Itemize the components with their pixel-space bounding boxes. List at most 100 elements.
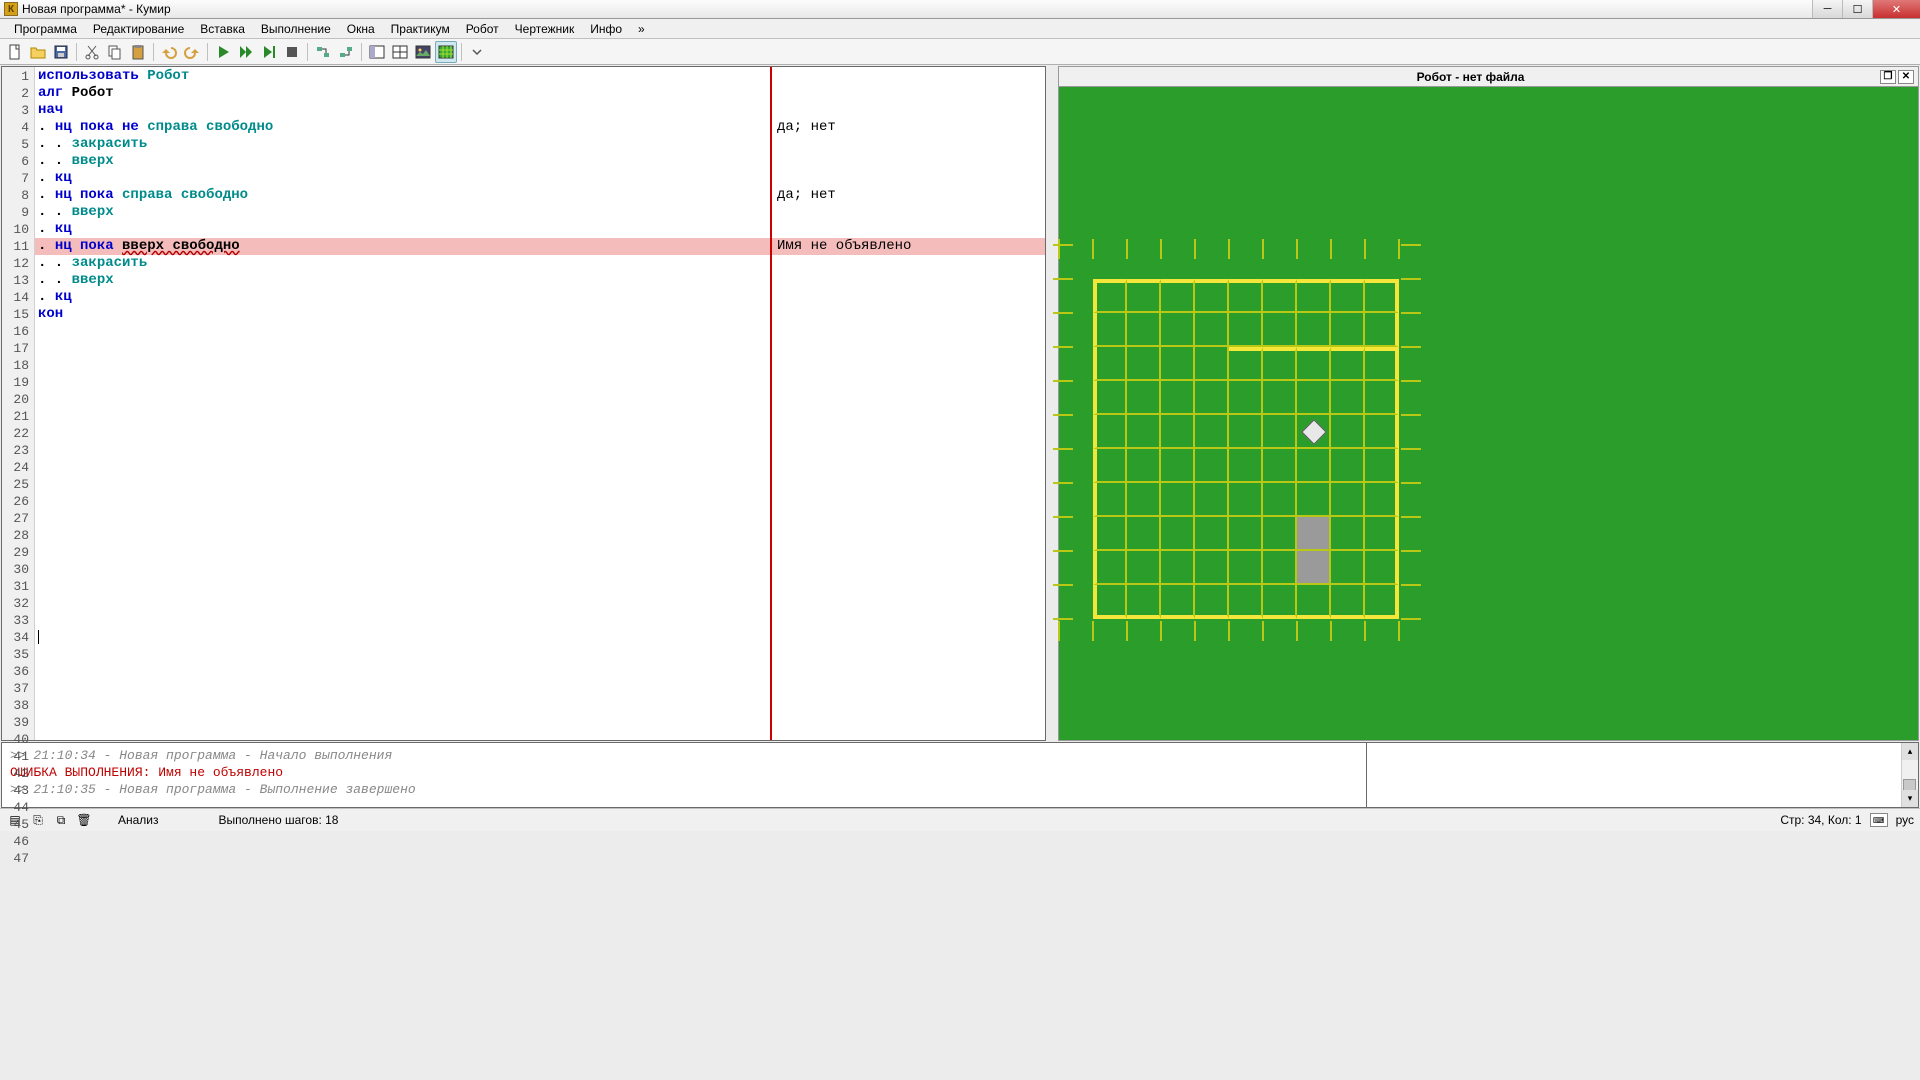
robot-cell[interactable] — [1161, 381, 1195, 415]
robot-cell[interactable] — [1297, 279, 1331, 313]
robot-cell[interactable] — [1229, 381, 1263, 415]
close-button[interactable]: ✕ — [1872, 0, 1920, 18]
robot-cell[interactable] — [1161, 483, 1195, 517]
code-line-2[interactable]: алг Робот — [35, 85, 1045, 102]
robot-cell[interactable] — [1229, 551, 1263, 585]
menu-программа[interactable]: Программа — [6, 20, 85, 38]
robot-cell[interactable] — [1195, 381, 1229, 415]
robot-cell[interactable] — [1365, 483, 1399, 517]
robot-cell[interactable] — [1297, 551, 1331, 585]
code-line-12[interactable]: . . закрасить — [35, 255, 1045, 272]
robot-cell[interactable] — [1331, 551, 1365, 585]
robot-cell[interactable] — [1365, 347, 1399, 381]
robot-cell[interactable] — [1263, 415, 1297, 449]
menu-практикум[interactable]: Практикум — [383, 20, 458, 38]
robot-cell[interactable] — [1093, 415, 1127, 449]
robot-cell[interactable] — [1161, 415, 1195, 449]
robot-cell[interactable] — [1331, 347, 1365, 381]
robot-cell[interactable] — [1297, 483, 1331, 517]
code-line-1[interactable]: использовать Робот — [35, 68, 1045, 85]
robot-cell[interactable] — [1263, 347, 1297, 381]
code-line-14[interactable]: . кц — [35, 289, 1045, 306]
robot-cell[interactable] — [1229, 517, 1263, 551]
robot-cell[interactable] — [1365, 313, 1399, 347]
robot-cell[interactable] — [1263, 381, 1297, 415]
robot-cell[interactable] — [1093, 449, 1127, 483]
robot-cell[interactable] — [1331, 517, 1365, 551]
robot-cell[interactable] — [1263, 483, 1297, 517]
robot-cell[interactable] — [1229, 279, 1263, 313]
robot-cell[interactable] — [1331, 483, 1365, 517]
menu-выполнение[interactable]: Выполнение — [253, 20, 339, 38]
robot-cell[interactable] — [1093, 585, 1127, 619]
robot-cell[interactable] — [1229, 449, 1263, 483]
robot-cell[interactable] — [1195, 313, 1229, 347]
robot-cell[interactable] — [1297, 347, 1331, 381]
scroll-down-icon[interactable]: ▾ — [1902, 790, 1918, 807]
robot-cell[interactable] — [1365, 551, 1399, 585]
robot-cell[interactable] — [1127, 517, 1161, 551]
robot-cell[interactable] — [1297, 517, 1331, 551]
step-out-button[interactable] — [335, 41, 357, 63]
robot-maximize-icon[interactable]: ❐ — [1880, 70, 1896, 84]
step-button[interactable] — [258, 41, 280, 63]
robot-cell[interactable] — [1195, 415, 1229, 449]
robot-cell[interactable] — [1297, 449, 1331, 483]
overflow-button[interactable] — [466, 41, 488, 63]
robot-cell[interactable] — [1229, 585, 1263, 619]
robot-cell[interactable] — [1195, 347, 1229, 381]
maximize-button[interactable]: ☐ — [1842, 0, 1872, 18]
robot-cell[interactable] — [1263, 279, 1297, 313]
new-file-button[interactable] — [4, 41, 26, 63]
robot-cell[interactable] — [1127, 483, 1161, 517]
robot-cell[interactable] — [1331, 279, 1365, 313]
robot-cell[interactable] — [1127, 585, 1161, 619]
robot-cell[interactable] — [1127, 279, 1161, 313]
robot-cell[interactable] — [1229, 313, 1263, 347]
menu-робот[interactable]: Робот — [458, 20, 507, 38]
robot-cell[interactable] — [1365, 517, 1399, 551]
robot-cell[interactable] — [1331, 381, 1365, 415]
robot-cell[interactable] — [1365, 449, 1399, 483]
robot-cell[interactable] — [1093, 313, 1127, 347]
menu-»[interactable]: » — [630, 20, 653, 38]
robot-cell[interactable] — [1331, 585, 1365, 619]
code-line-16[interactable] — [35, 323, 1045, 340]
robot-cell[interactable] — [1127, 415, 1161, 449]
robot-cell[interactable] — [1331, 313, 1365, 347]
redo-button[interactable] — [181, 41, 203, 63]
menu-вставка[interactable]: Вставка — [192, 20, 253, 38]
robot-cell[interactable] — [1263, 517, 1297, 551]
code-line-9[interactable]: . . вверх — [35, 204, 1045, 221]
robot-cell[interactable] — [1365, 415, 1399, 449]
code-line-5[interactable]: . . закрасить — [35, 136, 1045, 153]
code-editor[interactable]: 1234567891011121314151617181920212223242… — [1, 66, 1046, 741]
copy-button[interactable] — [104, 41, 126, 63]
code-line-3[interactable]: нач — [35, 102, 1045, 119]
robot-cell[interactable] — [1093, 483, 1127, 517]
robot-cell[interactable] — [1297, 381, 1331, 415]
robot-cell[interactable] — [1195, 517, 1229, 551]
menu-инфо[interactable]: Инфо — [582, 20, 630, 38]
status-tool-4-icon[interactable]: 🗑 — [75, 811, 93, 829]
stop-button[interactable] — [281, 41, 303, 63]
robot-cell[interactable] — [1127, 347, 1161, 381]
robot-cell[interactable] — [1229, 483, 1263, 517]
code-line-8[interactable]: . нц пока справа свободно — [35, 187, 1045, 204]
layout-1-button[interactable] — [366, 41, 388, 63]
robot-cell[interactable] — [1161, 313, 1195, 347]
paste-button[interactable] — [127, 41, 149, 63]
robot-cell[interactable] — [1161, 517, 1195, 551]
undo-button[interactable] — [158, 41, 180, 63]
robot-cell[interactable] — [1127, 313, 1161, 347]
robot-field-canvas[interactable] — [1058, 87, 1919, 741]
robot-cell[interactable] — [1161, 279, 1195, 313]
code-line-4[interactable]: . нц пока не справа свободно — [35, 119, 1045, 136]
robot-cell[interactable] — [1093, 279, 1127, 313]
code-line-10[interactable]: . кц — [35, 221, 1045, 238]
robot-cell[interactable] — [1093, 381, 1127, 415]
layout-img-button[interactable] — [412, 41, 434, 63]
robot-close-icon[interactable]: ✕ — [1898, 70, 1914, 84]
save-file-button[interactable] — [50, 41, 72, 63]
menu-чертежник[interactable]: Чертежник — [507, 20, 583, 38]
